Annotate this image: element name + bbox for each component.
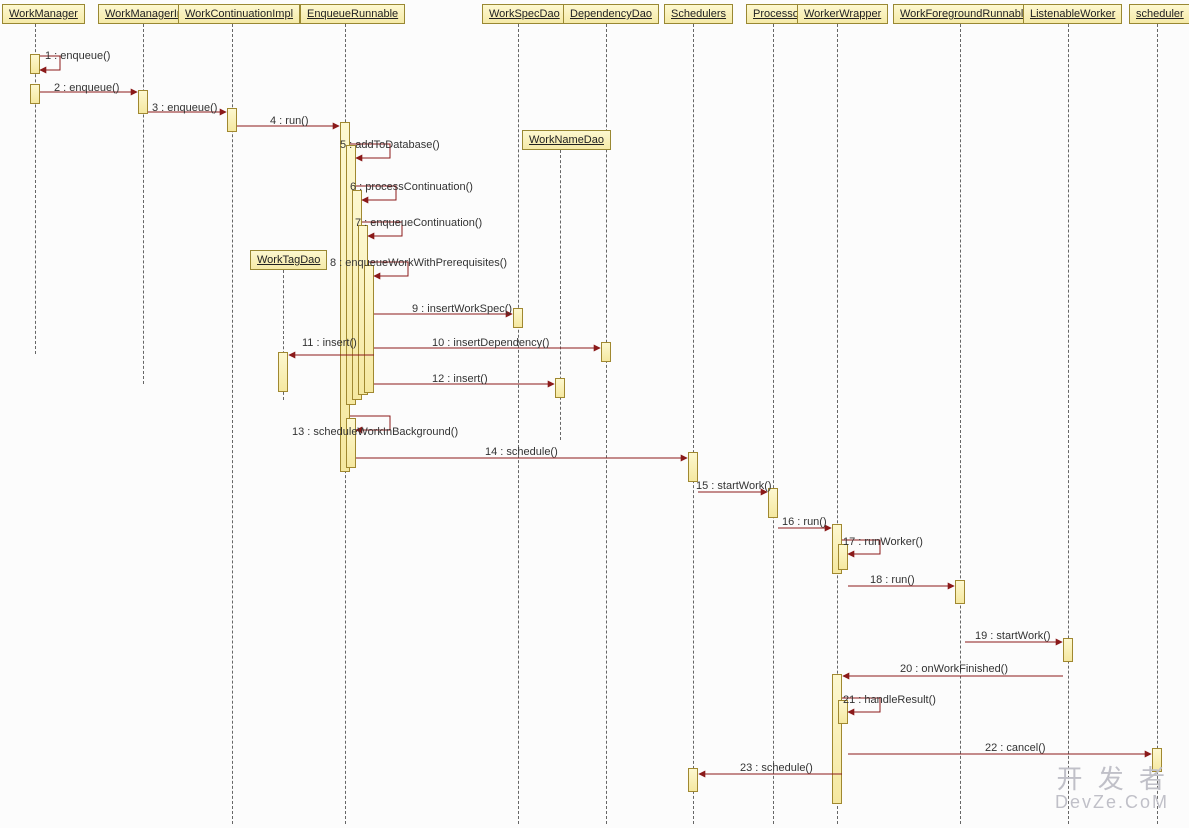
watermark-line1: 开 发 者	[1055, 765, 1169, 794]
msg-6: 6 : processContinuation()	[350, 181, 473, 193]
activation	[513, 308, 523, 328]
participant-label: WorkTagDao	[257, 254, 320, 266]
activation	[601, 342, 611, 362]
msg-4: 4 : run()	[270, 115, 309, 127]
participant-workmanager: WorkManager	[2, 4, 85, 24]
participant-label: WorkNameDao	[529, 134, 604, 146]
msg-15: 15 : startWork()	[696, 480, 772, 492]
participant-listenableworker: ListenableWorker	[1023, 4, 1122, 24]
participant-scheduler: scheduler	[1129, 4, 1189, 24]
activation	[555, 378, 565, 398]
participant-dependencydao: DependencyDao	[563, 4, 659, 24]
participant-label: WorkManager	[9, 8, 78, 20]
msg-1: 1 : enqueue()	[45, 50, 110, 62]
participant-worknamedao: WorkNameDao	[522, 130, 611, 150]
participant-enqueuerunnable: EnqueueRunnable	[300, 4, 405, 24]
activation	[688, 452, 698, 482]
watermark-line2: DevZe.CoM	[1055, 793, 1169, 813]
lifeline-processor	[773, 24, 774, 824]
msg-23: 23 : schedule()	[740, 762, 813, 774]
participant-workforegroundrunnable: WorkForegroundRunnable	[893, 4, 1036, 24]
activation	[278, 352, 288, 392]
msg-11: 11 : insert()	[302, 337, 357, 349]
activation	[832, 674, 842, 804]
msg-10: 10 : insertDependency()	[432, 337, 549, 349]
activation	[364, 265, 374, 393]
lifeline-listenableworker	[1068, 24, 1069, 824]
msg-2: 2 : enqueue()	[54, 82, 119, 94]
participant-label: scheduler	[1136, 8, 1184, 20]
lifeline-workcontinuationimpl	[232, 24, 233, 824]
msg-21: 21 : handleResult()	[843, 694, 936, 706]
participant-schedulers: Schedulers	[664, 4, 733, 24]
participant-label: Processor	[753, 8, 803, 20]
participant-worktagdao: WorkTagDao	[250, 250, 327, 270]
msg-22: 22 : cancel()	[985, 742, 1046, 754]
msg-13: 13 : scheduleWorkInBackground()	[292, 426, 458, 438]
msg-16: 16 : run()	[782, 516, 827, 528]
participant-label: DependencyDao	[570, 8, 652, 20]
participant-label: ListenableWorker	[1030, 8, 1115, 20]
activation	[1063, 638, 1073, 662]
msg-14: 14 : schedule()	[485, 446, 558, 458]
msg-18: 18 : run()	[870, 574, 915, 586]
participant-label: WorkSpecDao	[489, 8, 560, 20]
activation	[688, 768, 698, 792]
participant-label: Schedulers	[671, 8, 726, 20]
lifeline-schedulers	[693, 24, 694, 824]
participant-workspecdao: WorkSpecDao	[482, 4, 567, 24]
participant-label: WorkerWrapper	[804, 8, 881, 20]
msg-20: 20 : onWorkFinished()	[900, 663, 1008, 675]
msg-12: 12 : insert()	[432, 373, 488, 385]
msg-8: 8 : enqueueWorkWithPrerequisites()	[330, 257, 507, 269]
participant-label: EnqueueRunnable	[307, 8, 398, 20]
participant-workerwrapper: WorkerWrapper	[797, 4, 888, 24]
activation	[227, 108, 237, 132]
msg-7: 7 : enqueueContinuation()	[355, 217, 482, 229]
activation	[768, 488, 778, 518]
activation	[30, 84, 40, 104]
participant-label: WorkForegroundRunnable	[900, 8, 1029, 20]
msg-9: 9 : insertWorkSpec()	[412, 303, 512, 315]
activation	[138, 90, 148, 114]
lifeline-scheduler	[1157, 24, 1158, 824]
lifeline-workforegroundrunnable	[960, 24, 961, 824]
lifeline-workspecdao	[518, 24, 519, 824]
lifeline-workmanagerimpl	[143, 24, 144, 384]
msg-3: 3 : enqueue()	[152, 102, 217, 114]
msg-5: 5 : addToDatabase()	[340, 139, 440, 151]
activation	[30, 54, 40, 74]
participant-label: WorkContinuationImpl	[185, 8, 293, 20]
msg-17: 17 : runWorker()	[843, 536, 923, 548]
participant-workcontinuationimpl: WorkContinuationImpl	[178, 4, 300, 24]
msg-19: 19 : startWork()	[975, 630, 1051, 642]
watermark: 开 发 者 DevZe.CoM	[1055, 765, 1169, 813]
activation	[955, 580, 965, 604]
